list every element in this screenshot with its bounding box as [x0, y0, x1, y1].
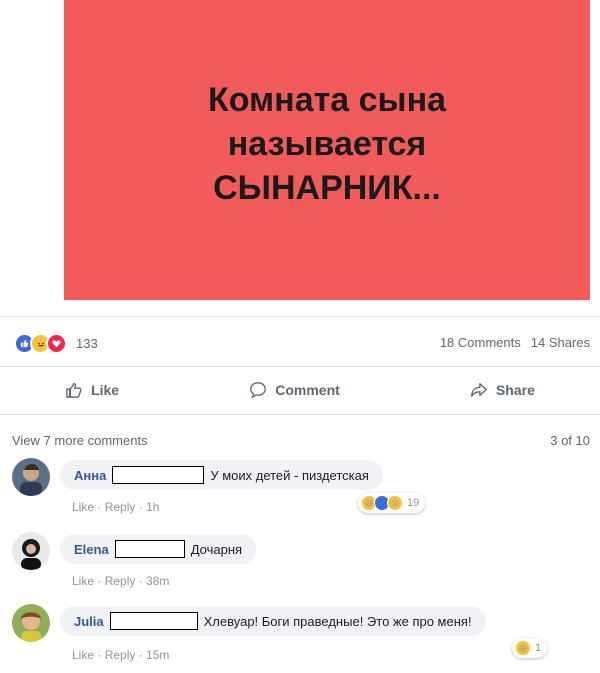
- comment-bubble: Elena Дочарня: [60, 534, 257, 564]
- avatar[interactable]: [12, 604, 50, 642]
- reaction-count: 133: [76, 336, 98, 351]
- redacted-box: [112, 466, 205, 484]
- comment-reaction-count: 1: [535, 642, 542, 654]
- comment-reply-link[interactable]: Reply: [105, 574, 136, 588]
- reactions-summary[interactable]: 133: [14, 333, 98, 354]
- post-action-bar: Like Comment Share: [0, 368, 600, 412]
- commenter-name[interactable]: Julia: [74, 614, 104, 629]
- comment-meta: Like · Reply · 1h: [72, 500, 160, 514]
- avatar[interactable]: [12, 532, 50, 570]
- wow-icon: 😮: [387, 495, 403, 511]
- comments-position: 3 of 10: [550, 433, 590, 448]
- comment-reaction-count: 19: [407, 497, 420, 509]
- comment-like-link[interactable]: Like: [72, 574, 94, 588]
- comment-meta: Like · Reply · 38m: [72, 574, 170, 588]
- comment-reply-link[interactable]: Reply: [105, 648, 136, 662]
- comment-text: Хлевуар! Боги праведные! Это же про меня…: [203, 613, 472, 629]
- commenter-name[interactable]: Анна: [74, 468, 106, 483]
- divider: [0, 316, 600, 317]
- divider: [0, 366, 600, 367]
- comment-icon: [249, 381, 267, 399]
- like-button[interactable]: Like: [65, 381, 119, 399]
- comment-time: 38m: [146, 574, 170, 588]
- shares-count-link[interactable]: 14 Shares: [531, 335, 590, 350]
- post-stats: 18 Comments 14 Shares: [440, 335, 590, 350]
- redacted-box: [109, 612, 198, 630]
- post-image-text: Комната сына называется СЫНАРНИК...: [207, 81, 447, 207]
- comment-button[interactable]: Comment: [249, 381, 340, 399]
- avatar[interactable]: [12, 458, 50, 496]
- comment-reactions[interactable]: 😆 😮 19: [358, 493, 426, 513]
- haha-icon: 😆: [515, 640, 531, 656]
- love-icon: [46, 333, 67, 354]
- like-label: Like: [91, 382, 120, 398]
- comment-like-link[interactable]: Like: [72, 500, 94, 514]
- comment-reactions[interactable]: 😆 1: [512, 638, 548, 658]
- comment-bubble: Анна У моих детей - пиздетская: [60, 460, 383, 490]
- comment-text: У моих детей - пиздетская: [210, 467, 369, 483]
- comment-like-link[interactable]: Like: [72, 648, 94, 662]
- view-more-comments-link[interactable]: View 7 more comments: [12, 433, 148, 448]
- share-button[interactable]: Share: [470, 381, 535, 399]
- comment-reply-link[interactable]: Reply: [105, 500, 136, 514]
- divider: [0, 414, 600, 415]
- share-label: Share: [495, 382, 535, 398]
- thumbs-up-icon: [65, 381, 83, 399]
- comment-label: Comment: [275, 382, 340, 398]
- comment-bubble: Julia Хлевуар! Боги праведные! Это же пр…: [60, 606, 486, 636]
- comment-time: 15m: [146, 648, 170, 662]
- post-image[interactable]: Комната сына называется СЫНАРНИК...: [64, 0, 590, 300]
- comment-meta: Like · Reply · 15m: [72, 648, 170, 662]
- comments-count-link[interactable]: 18 Comments: [440, 335, 521, 350]
- commenter-name[interactable]: Elena: [74, 542, 109, 557]
- comment-text: Дочарня: [190, 541, 243, 557]
- redacted-box: [114, 540, 185, 558]
- share-icon: [470, 381, 488, 399]
- comment-time: 1h: [146, 500, 160, 514]
